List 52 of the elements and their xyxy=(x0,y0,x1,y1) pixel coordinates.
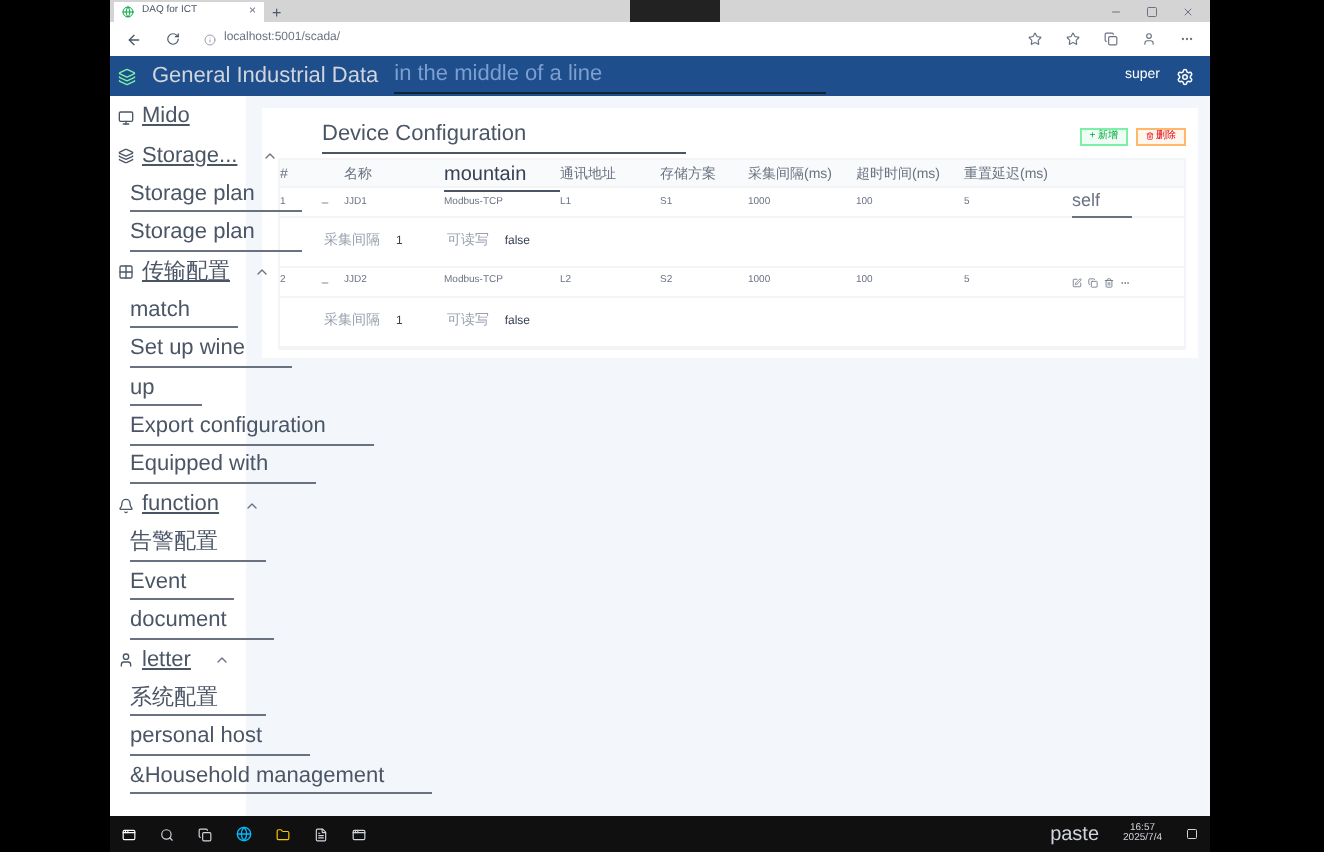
favorites-icon[interactable] xyxy=(1066,32,1080,46)
trash-icon xyxy=(1146,132,1154,140)
profile-icon[interactable] xyxy=(1142,32,1156,46)
file-icon[interactable] xyxy=(314,827,328,841)
menu-item[interactable]: &Household management xyxy=(130,759,433,795)
remote-toolbar xyxy=(630,0,720,22)
menu-group[interactable]: function xyxy=(142,488,220,522)
star-icon[interactable] xyxy=(1028,32,1042,46)
menu-group[interactable]: 传输配置 xyxy=(142,256,230,289)
column-header: mountain xyxy=(444,160,560,192)
menu-icon xyxy=(118,497,134,514)
search-icon[interactable] xyxy=(160,827,174,841)
new-tab-button[interactable]: + xyxy=(272,6,282,22)
translation-overlay: in the middle of a line xyxy=(394,58,827,94)
menu-item[interactable]: 系统配置 xyxy=(130,681,266,717)
window-icon[interactable] xyxy=(352,827,366,841)
menu-icon xyxy=(118,264,134,281)
menu-item[interactable]: match xyxy=(130,293,238,329)
tray-text: paste xyxy=(1050,821,1100,849)
browser-icon[interactable] xyxy=(236,826,252,842)
edit-icon[interactable] xyxy=(1072,277,1082,287)
menu-item[interactable]: Event xyxy=(130,565,235,601)
menu-item[interactable]: up xyxy=(130,371,203,407)
translation-overlay: self xyxy=(1072,188,1133,217)
logo-icon xyxy=(118,67,136,85)
maximize-icon[interactable] xyxy=(1146,5,1158,17)
menu-item[interactable]: Export configuration xyxy=(130,410,374,446)
menu-item[interactable]: document xyxy=(130,604,275,640)
copy-icon[interactable] xyxy=(1088,277,1098,287)
menu-icon xyxy=(118,109,134,126)
task-view-icon[interactable] xyxy=(198,827,212,841)
menu-icon xyxy=(118,652,134,669)
back-icon[interactable] xyxy=(126,31,142,47)
menu-item[interactable]: Equipped with xyxy=(130,448,317,484)
reload-icon[interactable] xyxy=(166,32,180,46)
favicon-icon xyxy=(122,6,134,18)
menu-group[interactable]: letter xyxy=(142,643,191,677)
start-icon[interactable] xyxy=(122,827,136,841)
collections-icon[interactable] xyxy=(1104,32,1118,46)
menu-group[interactable]: Storage... xyxy=(142,139,238,173)
folder-icon[interactable] xyxy=(276,827,290,841)
menu-item[interactable]: personal host xyxy=(130,720,311,756)
page-title: Device Configuration xyxy=(322,118,687,154)
delete-icon[interactable] xyxy=(1104,277,1114,287)
more-icon[interactable] xyxy=(1180,32,1194,46)
settings-icon[interactable] xyxy=(1176,67,1194,85)
close-icon[interactable] xyxy=(1182,5,1194,17)
menu-group[interactable]: Mido xyxy=(142,100,190,134)
menu-item[interactable]: 告警配置 xyxy=(130,526,266,562)
menu-icon xyxy=(118,148,134,165)
info-icon xyxy=(204,33,216,45)
app-title: General Industrial Data xyxy=(152,61,379,92)
